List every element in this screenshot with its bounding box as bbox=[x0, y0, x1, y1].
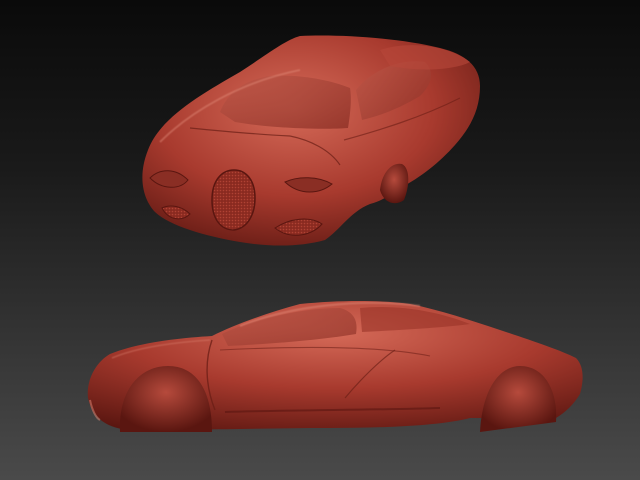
viewport-canvas bbox=[0, 0, 640, 480]
sculpt-viewport[interactable] bbox=[0, 0, 640, 480]
car-grille bbox=[211, 169, 256, 231]
